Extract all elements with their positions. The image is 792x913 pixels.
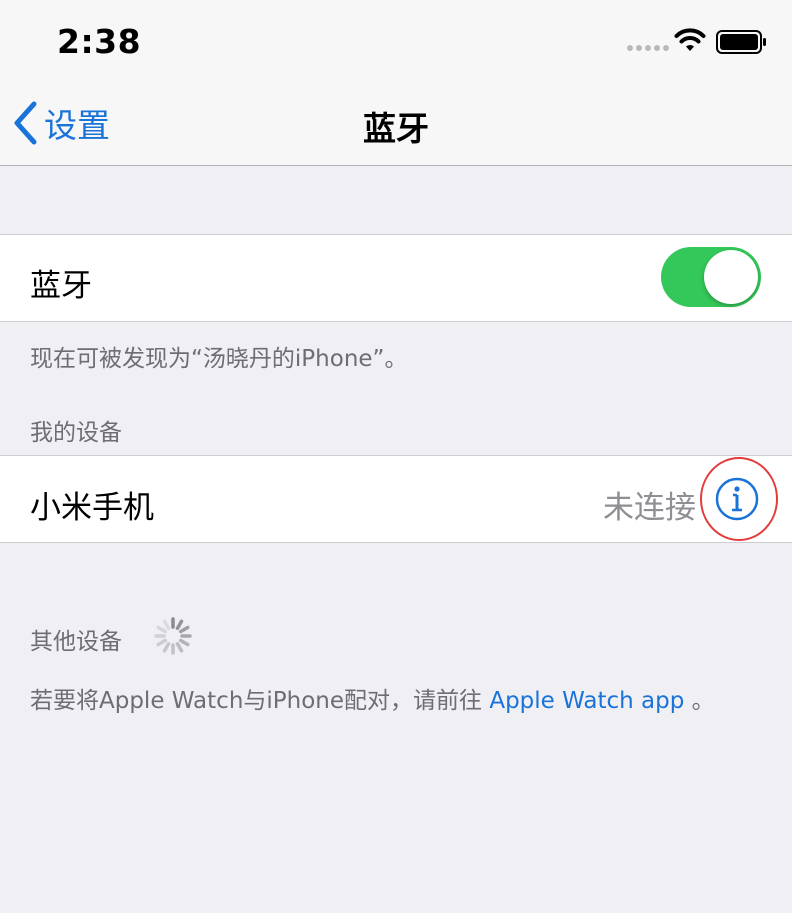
watch-pairing-text: 若要将Apple Watch与iPhone配对，请前往 <box>30 688 483 714</box>
apple-watch-app-link[interactable]: Apple Watch app <box>489 688 684 714</box>
status-bar: 2:38 <box>0 0 792 80</box>
device-status: 未连接 <box>603 490 696 526</box>
bluetooth-cell: 蓝牙 <box>0 234 792 322</box>
wifi-icon <box>674 28 706 51</box>
device-info-button[interactable] <box>700 456 780 542</box>
info-icon <box>700 457 778 541</box>
bluetooth-label: 蓝牙 <box>30 268 92 304</box>
discoverable-text: 现在可被发现为“汤晓丹的iPhone”。 <box>30 346 408 372</box>
device-name: 小米手机 <box>30 490 154 526</box>
watch-pairing-note: 若要将Apple Watch与iPhone配对，请前往 Apple Watch … <box>30 681 715 715</box>
watch-pairing-end: 。 <box>691 688 715 714</box>
status-time: 2:38 <box>57 22 142 61</box>
device-row[interactable]: 小米手机 未连接 <box>0 455 792 543</box>
battery-icon <box>716 30 766 54</box>
navigation-bar: 设置 蓝牙 <box>0 80 792 166</box>
toggle-knob <box>704 250 758 304</box>
my-devices-header: 我的设备 <box>30 420 122 446</box>
loading-spinner-icon <box>154 617 192 655</box>
other-devices-header: 其他设备 <box>30 629 122 655</box>
page-title: 蓝牙 <box>363 109 429 148</box>
signal-dots-icon <box>627 45 669 51</box>
bluetooth-toggle[interactable] <box>661 247 761 307</box>
